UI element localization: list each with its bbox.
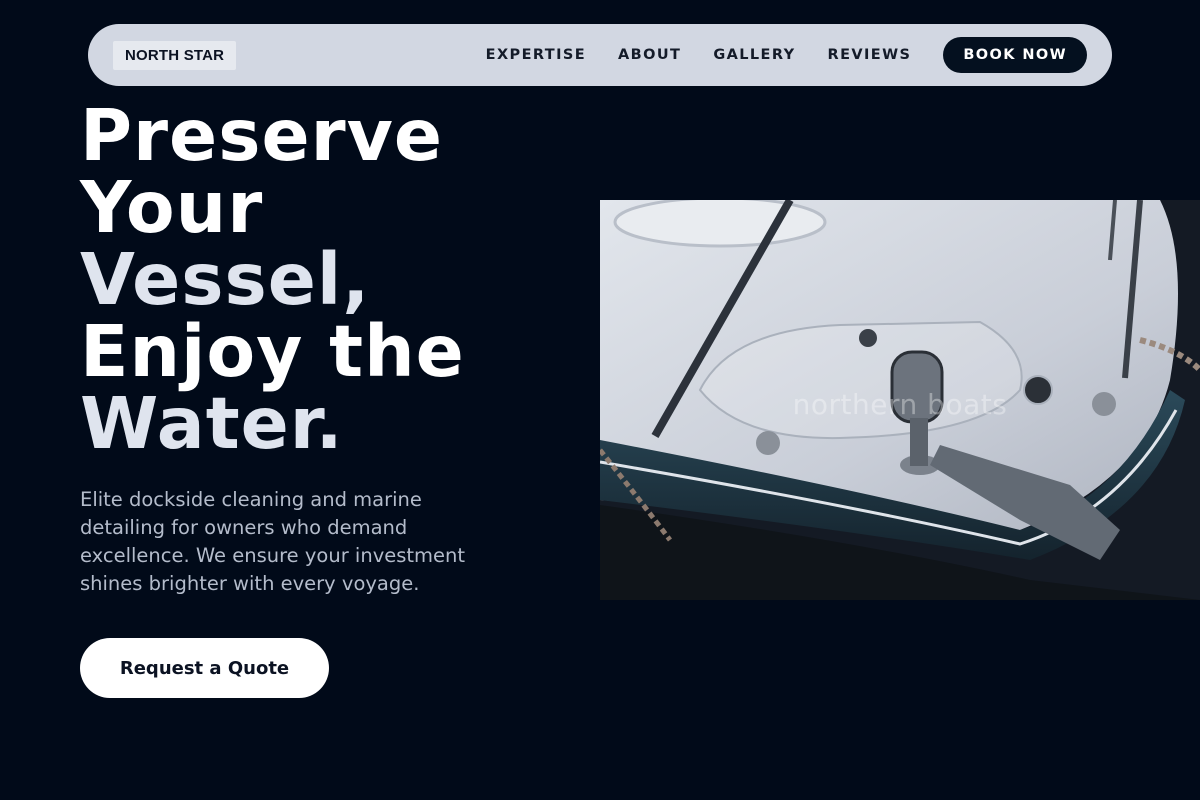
headline-line: Preserve <box>80 94 444 177</box>
image-watermark: northern boats <box>792 388 1008 421</box>
headline-line: Water. <box>80 382 344 465</box>
headline-line: Vessel, <box>80 238 371 321</box>
nav-link-reviews[interactable]: REVIEWS <box>828 47 912 63</box>
landing-page: NORTH STAR EXPERTISE ABOUT GALLERY REVIE… <box>0 0 1200 800</box>
headline-line: Enjoy the <box>80 310 465 393</box>
nav-link-expertise[interactable]: EXPERTISE <box>486 47 586 63</box>
request-quote-button[interactable]: Request a Quote <box>80 638 329 698</box>
nav-links: EXPERTISE ABOUT GALLERY REVIEWS BOOK NOW <box>486 37 1087 73</box>
brand-logo[interactable]: NORTH STAR <box>113 40 237 70</box>
headline-line: Your <box>80 166 264 249</box>
book-now-button[interactable]: BOOK NOW <box>943 37 1087 73</box>
top-navbar: NORTH STAR EXPERTISE ABOUT GALLERY REVIE… <box>88 24 1112 86</box>
hero-headline: Preserve Your Vessel, Enjoy the Water. <box>80 100 560 460</box>
nav-link-gallery[interactable]: GALLERY <box>713 47 795 63</box>
hero-subtext: Elite dockside cleaning and marine detai… <box>80 488 466 595</box>
nav-link-about[interactable]: ABOUT <box>618 47 681 63</box>
boat-bow-photo: northern boats <box>600 200 1200 600</box>
